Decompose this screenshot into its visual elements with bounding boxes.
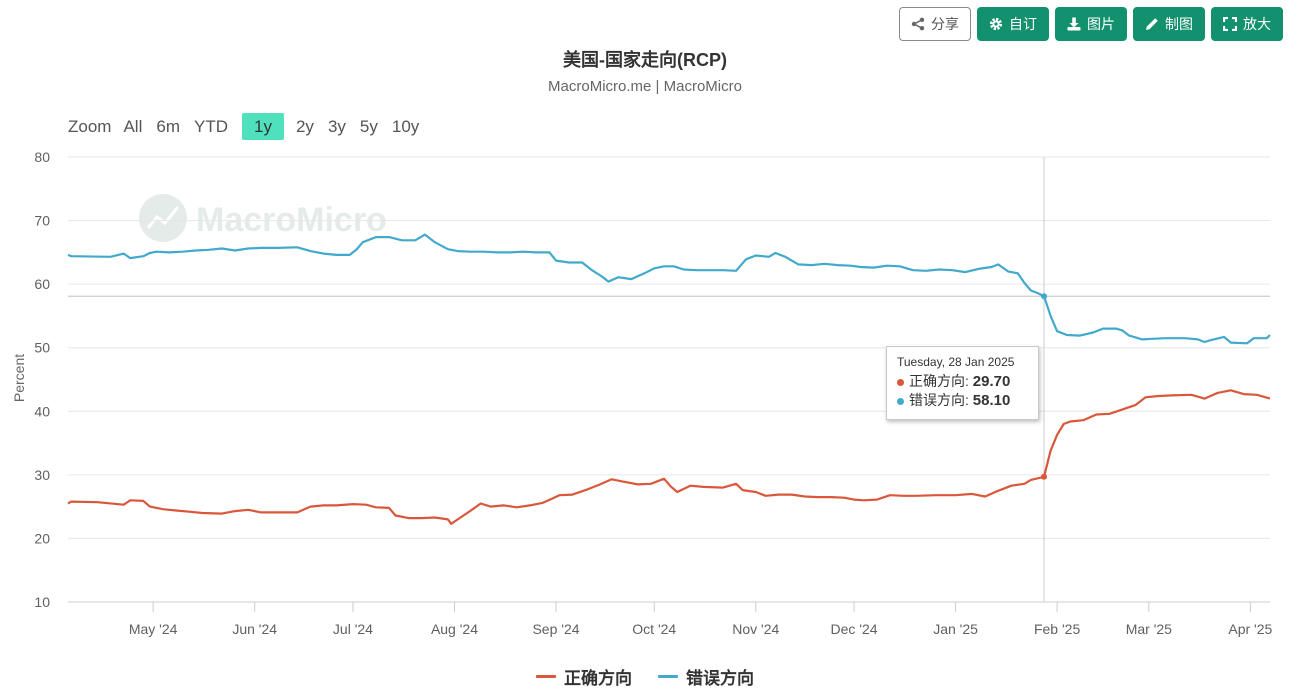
legend-item-correct[interactable]: 正确方向: [536, 664, 632, 689]
tooltip-row-correct: 正确方向: 29.70: [897, 372, 1028, 391]
x-tick-label: May '24: [129, 621, 178, 637]
legend-label-wrong: 错误方向: [686, 669, 754, 688]
x-tick-label: Jun '24: [232, 621, 277, 637]
x-tick-label: Apr '25: [1228, 621, 1272, 637]
legend-label-correct: 正确方向: [564, 669, 632, 688]
y-tick-label: 40: [34, 403, 50, 419]
x-tick-label: Mar '25: [1126, 621, 1172, 637]
y-tick-label: 50: [34, 340, 50, 356]
y-tick-label: 80: [34, 149, 50, 165]
line-chart: MacroMicro 80 70 60 50 40 30 20 10 May '24 Jun '2…: [34, 149, 1272, 637]
legend-swatch-correct: [536, 675, 556, 678]
y-tick-label: 10: [34, 594, 50, 610]
tooltip-dot-wrong: [897, 397, 904, 405]
legend-item-wrong[interactable]: 错误方向: [658, 664, 754, 689]
macromicro-watermark: MacroMicro: [139, 194, 387, 242]
hover-point-wrong: [1041, 293, 1048, 300]
chart-legend: 正确方向 错误方向: [0, 664, 1290, 689]
tooltip-value-wrong: 58.10: [972, 392, 1011, 409]
x-tick-label: Aug '24: [431, 621, 478, 637]
x-tick-label: Oct '24: [632, 621, 676, 637]
x-tick-label: Nov '24: [732, 621, 779, 637]
watermark-text: MacroMicro: [196, 201, 387, 239]
hover-point-correct: [1041, 473, 1048, 480]
tooltip-name-wrong: 错误方向: [909, 392, 965, 408]
y-tick-label: 20: [34, 530, 50, 546]
tooltip-date: Tuesday, 28 Jan 2025: [897, 355, 1015, 369]
tooltip-row-wrong: 错误方向: 58.10: [897, 391, 1028, 410]
x-tick-label: Feb '25: [1034, 621, 1080, 637]
x-tick-label: Sep '24: [532, 621, 579, 637]
series-line-wrong[interactable]: [67, 233, 1271, 345]
tooltip-value-correct: 29.70: [972, 373, 1011, 390]
tooltip-name-correct: 正确方向: [909, 373, 965, 389]
x-tick-label: Dec '24: [831, 621, 878, 637]
y-tick-label: 60: [34, 276, 50, 292]
chart-tooltip: Tuesday, 28 Jan 2025 正确方向: 29.70 错误方向: 5…: [886, 346, 1039, 420]
series-line-correct[interactable]: [67, 389, 1271, 525]
x-tick-label: Jan '25: [933, 621, 978, 637]
y-tick-label: 30: [34, 467, 50, 483]
x-tick-label: Jul '24: [333, 621, 373, 637]
tooltip-dot-correct: [897, 378, 904, 386]
legend-swatch-wrong: [658, 675, 678, 678]
y-tick-label: 70: [34, 213, 50, 229]
